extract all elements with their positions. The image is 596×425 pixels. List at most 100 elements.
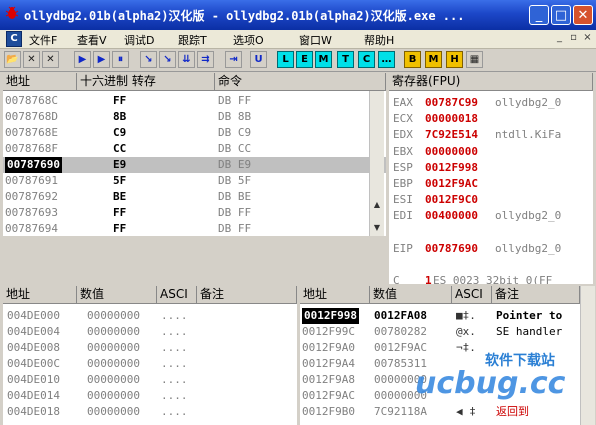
register-row[interactable]: EAX 00787C99 ollydbg2_0 xyxy=(389,95,593,111)
scroll-down-icon[interactable]: ▼ xyxy=(371,222,383,234)
modules-window-button[interactable]: E xyxy=(296,51,313,68)
stack-scrollbar[interactable] xyxy=(580,286,595,425)
mdi-restore-button[interactable]: ▫ xyxy=(567,32,580,44)
register-row[interactable]: EBX 00000000 xyxy=(389,144,593,160)
terminate-icon[interactable]: ✕ xyxy=(42,51,59,68)
stack-header-comment[interactable]: 备注 xyxy=(492,286,580,304)
open-file-icon[interactable]: 📂 xyxy=(4,51,21,68)
disasm-row[interactable]: 0078768F CC DB CC xyxy=(3,141,386,157)
stack-row[interactable]: 0012F998 0012FA08 ■‡. Pointer to xyxy=(300,308,580,324)
execute-till-user-icon[interactable]: U xyxy=(250,51,267,68)
animate-over-icon[interactable]: ⇉ xyxy=(197,51,214,68)
disasm-row[interactable]: 00787690 E9 DB E9 xyxy=(3,157,386,173)
step-over-icon[interactable]: ↘ xyxy=(159,51,176,68)
disasm-row[interactable]: 00787693 FF DB FF xyxy=(3,205,386,221)
cpu-window-button[interactable]: C xyxy=(358,51,375,68)
close-button[interactable]: ✕ xyxy=(573,5,593,25)
dump-row[interactable]: 004DE014 00000000.... xyxy=(3,388,297,404)
more-windows-button[interactable]: … xyxy=(378,51,395,68)
execute-till-return-icon[interactable]: ⇥ xyxy=(225,51,242,68)
dump-row[interactable]: 004DE000 00000000.... xyxy=(3,308,297,324)
dump-row[interactable]: 004DE010 00000000.... xyxy=(3,372,297,388)
animate-into-icon[interactable]: ⇊ xyxy=(178,51,195,68)
stack-header-address[interactable]: 地址 xyxy=(300,286,370,304)
menu-file[interactable]: 文件F xyxy=(29,32,57,48)
disasm-header-address[interactable]: 地址 xyxy=(3,73,77,91)
menu-debug[interactable]: 调试D xyxy=(124,32,154,48)
maximize-button[interactable]: □ xyxy=(551,5,571,25)
grid-icon[interactable]: ▦ xyxy=(466,51,483,68)
stack-header-ascii[interactable]: ASCI xyxy=(452,286,492,304)
toolbar: 📂 ✕ ✕ ▶ ▶ ⏸ ↘ ↘ ⇊ ⇉ ⇥ U L E M T C … B M … xyxy=(0,49,596,72)
menu-view[interactable]: 查看V xyxy=(77,32,107,48)
disasm-scrollbar[interactable]: ▲ ▼ xyxy=(369,91,384,236)
disasm-row[interactable]: 0078768D 8B DB 8B xyxy=(3,109,386,125)
disassembly-pane[interactable]: 地址 十六进制 转存 命令 0078768C FF DB FF 0078768D 8B D… xyxy=(3,73,386,236)
register-comment: ES 0023 32bit 0(FF xyxy=(433,274,553,284)
pause-icon[interactable]: ⏸ xyxy=(112,51,129,68)
dump-row[interactable]: 004DE008 00000000.... xyxy=(3,340,297,356)
disasm-header-hexdump[interactable]: 十六进制 转存 xyxy=(77,73,215,91)
mdi-minimize-button[interactable]: _ xyxy=(553,32,566,44)
stack-header-value[interactable]: 数值 xyxy=(370,286,452,304)
stack-row[interactable]: 0012F9B0 7C92118A ◀ ‡ 返回到 xyxy=(300,404,580,420)
register-row[interactable]: EDI 00400000 ollydbg2_0 xyxy=(389,208,593,224)
minimize-button[interactable]: _ xyxy=(529,5,549,25)
stack-row[interactable]: 0012F99C 00780282 @x. SE handler xyxy=(300,324,580,340)
stack-address: 0012F9A4 xyxy=(302,357,355,370)
dump-row[interactable]: 004DE018 00000000.... xyxy=(3,404,297,420)
stack-ascii: ¬‡. xyxy=(456,341,476,354)
dump-value: 00000000 xyxy=(87,373,140,386)
mdi-close-button[interactable]: × xyxy=(581,32,594,44)
disasm-row[interactable]: 00787692 BE DB BE xyxy=(3,189,386,205)
registers-pane[interactable]: 寄存器(FPU) EAX 00787C99 ollydbg2_0 ECX 0000001… xyxy=(389,73,593,284)
scroll-up-icon[interactable]: ▲ xyxy=(371,199,383,211)
step-into-icon[interactable]: ↘ xyxy=(140,51,157,68)
dump-header-comment[interactable]: 备注 xyxy=(197,286,297,304)
register-row[interactable]: ESP 0012F998 xyxy=(389,160,593,176)
register-row[interactable]: ECX 00000018 xyxy=(389,111,593,127)
dump-ascii: .... xyxy=(161,373,188,386)
dump-row[interactable]: 004DE004 00000000.... xyxy=(3,324,297,340)
register-row[interactable]: EBP 0012F9AC xyxy=(389,176,593,192)
dump-pane[interactable]: 地址 数值 ASCI 备注 004DE000 00000000.... 004DE0… xyxy=(3,286,297,425)
menu-trace[interactable]: 跟踪T xyxy=(178,32,207,48)
register-name: EBP xyxy=(393,177,413,190)
stack-ascii: ◀ ‡ xyxy=(456,405,476,418)
register-row[interactable] xyxy=(389,225,593,241)
dump-ascii: .... xyxy=(161,325,188,338)
dump-value: 00000000 xyxy=(87,405,140,418)
register-row[interactable] xyxy=(389,257,593,273)
threads-window-button[interactable]: T xyxy=(337,51,354,68)
register-row[interactable]: ESI 0012F9C0 xyxy=(389,192,593,208)
register-row[interactable]: EDX 7C92E514 ntdll.KiFa xyxy=(389,127,593,143)
memory-window-button[interactable]: M xyxy=(315,51,332,68)
splitter-area xyxy=(0,236,389,286)
disasm-header-command[interactable]: 命令 xyxy=(215,73,386,91)
disasm-row[interactable]: 0078768C FF DB FF xyxy=(3,93,386,109)
register-row[interactable]: C 1 ES 0023 32bit 0(FF xyxy=(389,273,593,284)
menu-options[interactable]: 选项O xyxy=(233,32,264,48)
memory-map-button[interactable]: M xyxy=(425,51,442,68)
stack-value: 0012F9AC xyxy=(374,341,427,354)
menu-window[interactable]: 窗口W xyxy=(299,32,332,48)
run-icon[interactable]: ▶ xyxy=(74,51,91,68)
dump-header-ascii[interactable]: ASCI xyxy=(157,286,197,304)
dump-address: 004DE000 xyxy=(7,309,60,322)
dump-row[interactable]: 004DE00C 00000000.... xyxy=(3,356,297,372)
disasm-row[interactable]: 0078768E C9 DB C9 xyxy=(3,125,386,141)
menu-help[interactable]: 帮助H xyxy=(364,32,394,48)
disasm-row[interactable]: 00787691 5F DB 5F xyxy=(3,173,386,189)
registers-header[interactable]: 寄存器(FPU) xyxy=(389,73,593,91)
log-window-button[interactable]: L xyxy=(277,51,294,68)
disasm-row[interactable]: 00787694 FF DB FF xyxy=(3,221,386,236)
breakpoints-button[interactable]: B xyxy=(404,51,421,68)
dump-header-value[interactable]: 数值 xyxy=(77,286,157,304)
close-file-icon[interactable]: ✕ xyxy=(23,51,40,68)
dump-header-address[interactable]: 地址 xyxy=(3,286,77,304)
run-thread-icon[interactable]: ▶ xyxy=(93,51,110,68)
stack-comment: Pointer to xyxy=(496,309,563,322)
cpu-window-icon[interactable]: C xyxy=(6,31,22,47)
handles-button[interactable]: H xyxy=(446,51,463,68)
register-row[interactable]: EIP 00787690 ollydbg2_0 xyxy=(389,241,593,257)
